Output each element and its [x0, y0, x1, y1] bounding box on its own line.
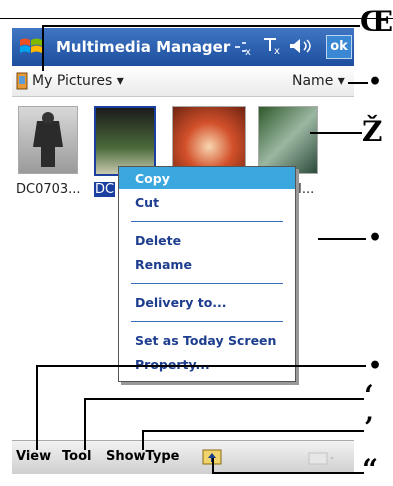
- thumbnail-4[interactable]: [258, 106, 318, 174]
- callout-line-7-vertical: [142, 430, 144, 450]
- callout-line-8: [212, 472, 364, 474]
- keyboard-icon[interactable]: [308, 450, 336, 465]
- menu-item-cut[interactable]: Cut: [135, 195, 159, 210]
- signal-icon[interactable]: x: [262, 36, 284, 57]
- top-rule: [0, 18, 393, 19]
- ok-button[interactable]: ok: [326, 35, 352, 59]
- svg-text:x: x: [245, 47, 251, 56]
- thumbnail-2-label: DC: [94, 182, 116, 197]
- callout-line-8-vertical: [212, 458, 214, 474]
- menu-separator: [131, 283, 283, 284]
- callout-line-6: [84, 398, 364, 400]
- menu-item-delivery[interactable]: Delivery to...: [135, 295, 227, 310]
- context-menu: Copy Cut Delete Rename Delivery to... Se…: [118, 166, 296, 382]
- callout-line-3: [310, 132, 362, 134]
- app-title: Multimedia Manager: [56, 38, 231, 56]
- callout-marker-1: Œ: [360, 5, 393, 38]
- callout-line-1-vertical: [42, 25, 44, 71]
- bottom-menu-bar: View Tool ShowType: [12, 440, 354, 474]
- tool-menu[interactable]: Tool: [62, 449, 91, 464]
- menu-item-set-today[interactable]: Set as Today Screen: [135, 333, 276, 348]
- thumbnail-3[interactable]: [172, 106, 246, 174]
- callout-line-7: [142, 430, 364, 432]
- thumbnail-1-label: DC0703...: [16, 182, 81, 197]
- sort-dropdown[interactable]: Name ▾: [292, 73, 345, 89]
- menu-separator: [131, 321, 283, 322]
- callout-marker-6: ‘: [364, 379, 374, 412]
- showtype-menu[interactable]: ShowType: [106, 449, 179, 464]
- callout-line-4: [318, 238, 366, 240]
- callout-line-2: [348, 82, 368, 84]
- svg-text:x: x: [274, 46, 280, 56]
- connectivity-icon[interactable]: x: [232, 38, 254, 58]
- callout-line-5-vertical: [36, 365, 38, 450]
- windows-start-icon[interactable]: [18, 36, 44, 58]
- thumbnail-4-label: I...: [298, 182, 315, 197]
- device-screen: Multimedia Manager x x ok My Pictures ▾ …: [12, 28, 354, 474]
- menu-item-rename[interactable]: Rename: [135, 257, 192, 272]
- menu-item-copy[interactable]: Copy: [135, 171, 170, 186]
- menu-separator: [131, 221, 283, 222]
- callout-marker-4: •: [368, 225, 383, 251]
- callout-marker-5: •: [368, 353, 383, 379]
- callout-line-6-vertical: [84, 398, 86, 450]
- callout-line-1: [42, 25, 360, 27]
- menu-item-delete[interactable]: Delete: [135, 233, 181, 248]
- callout-marker-3: Ž: [362, 115, 383, 148]
- callout-marker-2: •: [368, 69, 383, 95]
- callout-marker-7: ’: [364, 411, 374, 444]
- folder-bar: My Pictures ▾ Name ▾: [12, 66, 354, 97]
- folder-icon: [16, 72, 28, 90]
- view-menu[interactable]: View: [16, 449, 51, 464]
- volume-icon[interactable]: [288, 37, 316, 55]
- thumbnail-1[interactable]: [18, 106, 78, 174]
- callout-marker-8: “: [362, 453, 379, 486]
- callout-line-5: [36, 365, 366, 367]
- folder-dropdown[interactable]: My Pictures ▾: [32, 73, 124, 89]
- title-bar: Multimedia Manager x x ok: [12, 28, 354, 66]
